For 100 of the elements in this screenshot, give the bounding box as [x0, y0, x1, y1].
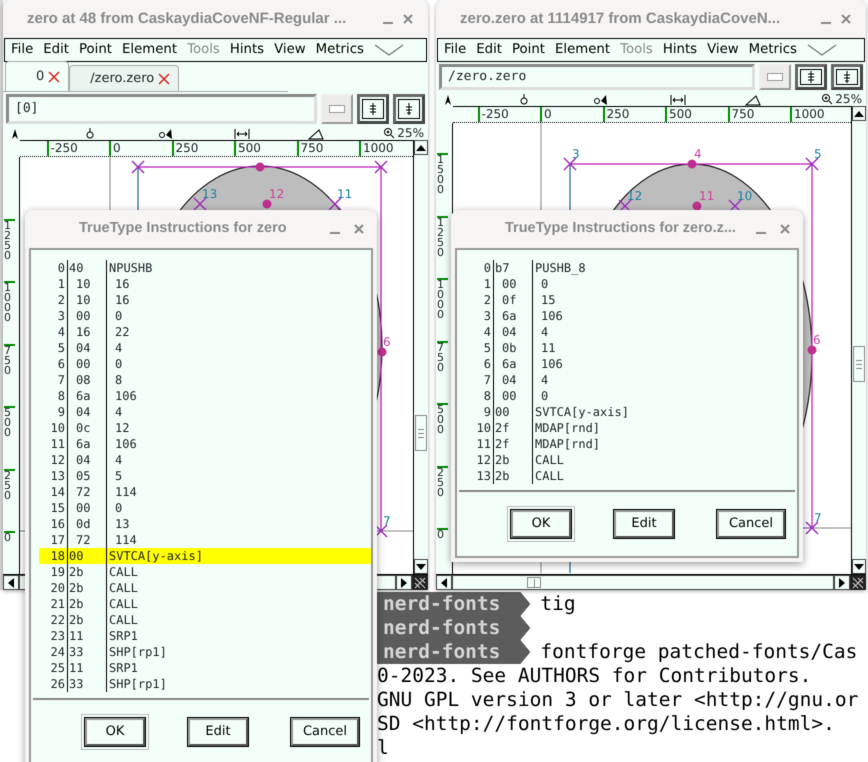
corner-point-marker[interactable]	[805, 521, 819, 535]
corner-point-marker[interactable]	[131, 160, 145, 174]
menu-item[interactable]: File	[444, 40, 466, 60]
menu-item[interactable]: Element	[555, 40, 610, 60]
toggle-button[interactable]	[321, 94, 353, 124]
byte-code: 6a	[68, 388, 107, 404]
hint-button[interactable]	[795, 64, 827, 90]
scroll-down-button[interactable]	[852, 559, 866, 574]
close-icon[interactable]	[779, 223, 791, 235]
corner-point-marker[interactable]	[805, 157, 819, 171]
curve-point-marker[interactable]	[808, 346, 816, 354]
curve-point-marker[interactable]	[692, 202, 702, 210]
tab[interactable]: /zero.zero	[69, 65, 180, 91]
scroll-thumb[interactable]	[527, 577, 541, 588]
zoom-level: 25%	[397, 125, 424, 142]
selected-row-highlight[interactable]: 18 00 SVTCA[y-axis]	[39, 548, 371, 564]
glyph-field[interactable]: [0]	[6, 94, 317, 124]
menu-item[interactable]: Point	[79, 40, 112, 60]
close-icon[interactable]	[840, 13, 852, 25]
close-icon[interactable]	[48, 70, 60, 82]
hint-button[interactable]	[357, 94, 389, 124]
menu-item[interactable]: File	[11, 40, 34, 60]
menu-item[interactable]: View	[274, 40, 306, 60]
scroll-right-button[interactable]	[834, 575, 850, 590]
scroll-thumb[interactable]	[415, 415, 427, 451]
corner-point-marker[interactable]	[618, 199, 632, 213]
default-button[interactable]: OK	[507, 506, 575, 542]
default-button[interactable]: OK	[81, 714, 149, 750]
menu-item[interactable]: Hints	[662, 40, 698, 60]
instruction-text: SVTCA[y-axis]	[108, 548, 203, 564]
byte-code: 04	[68, 404, 107, 420]
hint-button[interactable]	[393, 94, 425, 124]
overflow-menu-icon[interactable]	[374, 43, 404, 57]
close-icon[interactable]	[158, 72, 170, 84]
menu-item[interactable]: Metrics	[316, 40, 364, 60]
line-number: 0	[39, 260, 68, 276]
pen-icon[interactable]	[158, 126, 175, 140]
prompt-badge: nerd-fonts	[377, 592, 530, 616]
scroll-thumb[interactable]	[853, 346, 865, 382]
corner-point-marker[interactable]	[374, 160, 388, 174]
line-number: 13	[39, 468, 68, 484]
byte-code: 6a	[68, 436, 107, 452]
data-value: 0	[114, 356, 122, 372]
close-icon[interactable]	[353, 223, 365, 235]
scroll-right-button[interactable]	[396, 575, 412, 590]
byte-code: 00	[68, 548, 107, 564]
corner-point-marker[interactable]	[328, 197, 342, 211]
corner-point-marker[interactable]	[728, 199, 742, 213]
prompt-badge: nerd-fonts	[377, 616, 530, 640]
scroll-up-button[interactable]	[414, 140, 428, 155]
scroll-down-button[interactable]	[414, 559, 428, 574]
curve-point-marker[interactable]	[256, 162, 264, 172]
data-value: 0	[114, 500, 122, 516]
prompt-badge: nerd-fonts	[377, 640, 530, 664]
menu-item[interactable]: Point	[512, 40, 546, 60]
data-value: 4	[540, 372, 548, 388]
line-number: 6	[465, 356, 494, 372]
line-number: 23	[39, 628, 68, 644]
measure-icon[interactable]	[234, 126, 250, 140]
pen-icon[interactable]	[594, 92, 610, 106]
corner-point-marker[interactable]	[374, 524, 388, 538]
menu-item[interactable]: Edit	[43, 40, 69, 60]
hint-button[interactable]	[831, 64, 863, 90]
menu-item[interactable]: Hints	[230, 40, 264, 60]
byte-code: 00	[494, 276, 533, 292]
toggle-button[interactable]	[759, 64, 791, 90]
angle-icon[interactable]	[308, 126, 324, 140]
point-label: 11	[699, 189, 714, 203]
menu-item[interactable]: Element	[122, 40, 178, 60]
line-number: 7	[465, 372, 494, 388]
resize-grip-icon[interactable]	[852, 576, 864, 588]
byte-code: 10	[68, 276, 107, 292]
scroll-left-button[interactable]	[3, 575, 19, 590]
left-arrow-icon	[7, 576, 15, 588]
byte-code: 11	[68, 660, 107, 676]
measure-icon[interactable]	[670, 92, 686, 106]
curve-point-marker[interactable]	[378, 348, 386, 356]
byte-code: 16	[68, 324, 107, 340]
menu-item[interactable]: Edit	[476, 40, 502, 60]
instruction-text: SRP1	[108, 628, 138, 644]
glyph-field[interactable]: /zero.zero	[439, 64, 755, 90]
line-number: 21	[39, 596, 68, 612]
curve-point-marker[interactable]	[688, 160, 696, 168]
byte-code: 2b	[494, 468, 533, 484]
byte-code: 2b	[68, 596, 107, 612]
data-value: 4	[114, 452, 122, 468]
scroll-up-button[interactable]	[852, 106, 866, 121]
overflow-menu-icon[interactable]	[806, 43, 837, 57]
resize-grip-icon[interactable]	[414, 576, 426, 588]
close-icon[interactable]	[402, 13, 414, 25]
command-text: tig	[540, 592, 576, 616]
menu-item[interactable]: View	[707, 40, 739, 60]
curve-point-marker[interactable]	[262, 200, 272, 208]
corner-point-marker[interactable]	[193, 197, 207, 211]
tab[interactable]: 0	[5, 61, 70, 91]
instruction-list[interactable]: 0 b7 PUSHB_8 1 00 0 2 0f 15 3 6a 106 4 04 4 5 0b 11 6 6a 106 7 04 4 8 00 0 9 00 SVTCA[y-axis] 10 2f MDAP[rnd] 11 2f MDAP[rnd] 12 2b CALL 13 2b CALL	[457, 250, 797, 490]
scroll-left-button[interactable]	[436, 575, 452, 590]
corner-point-marker[interactable]	[563, 157, 577, 171]
menu-item[interactable]: Metrics	[748, 40, 797, 60]
angle-icon[interactable]	[745, 92, 762, 106]
